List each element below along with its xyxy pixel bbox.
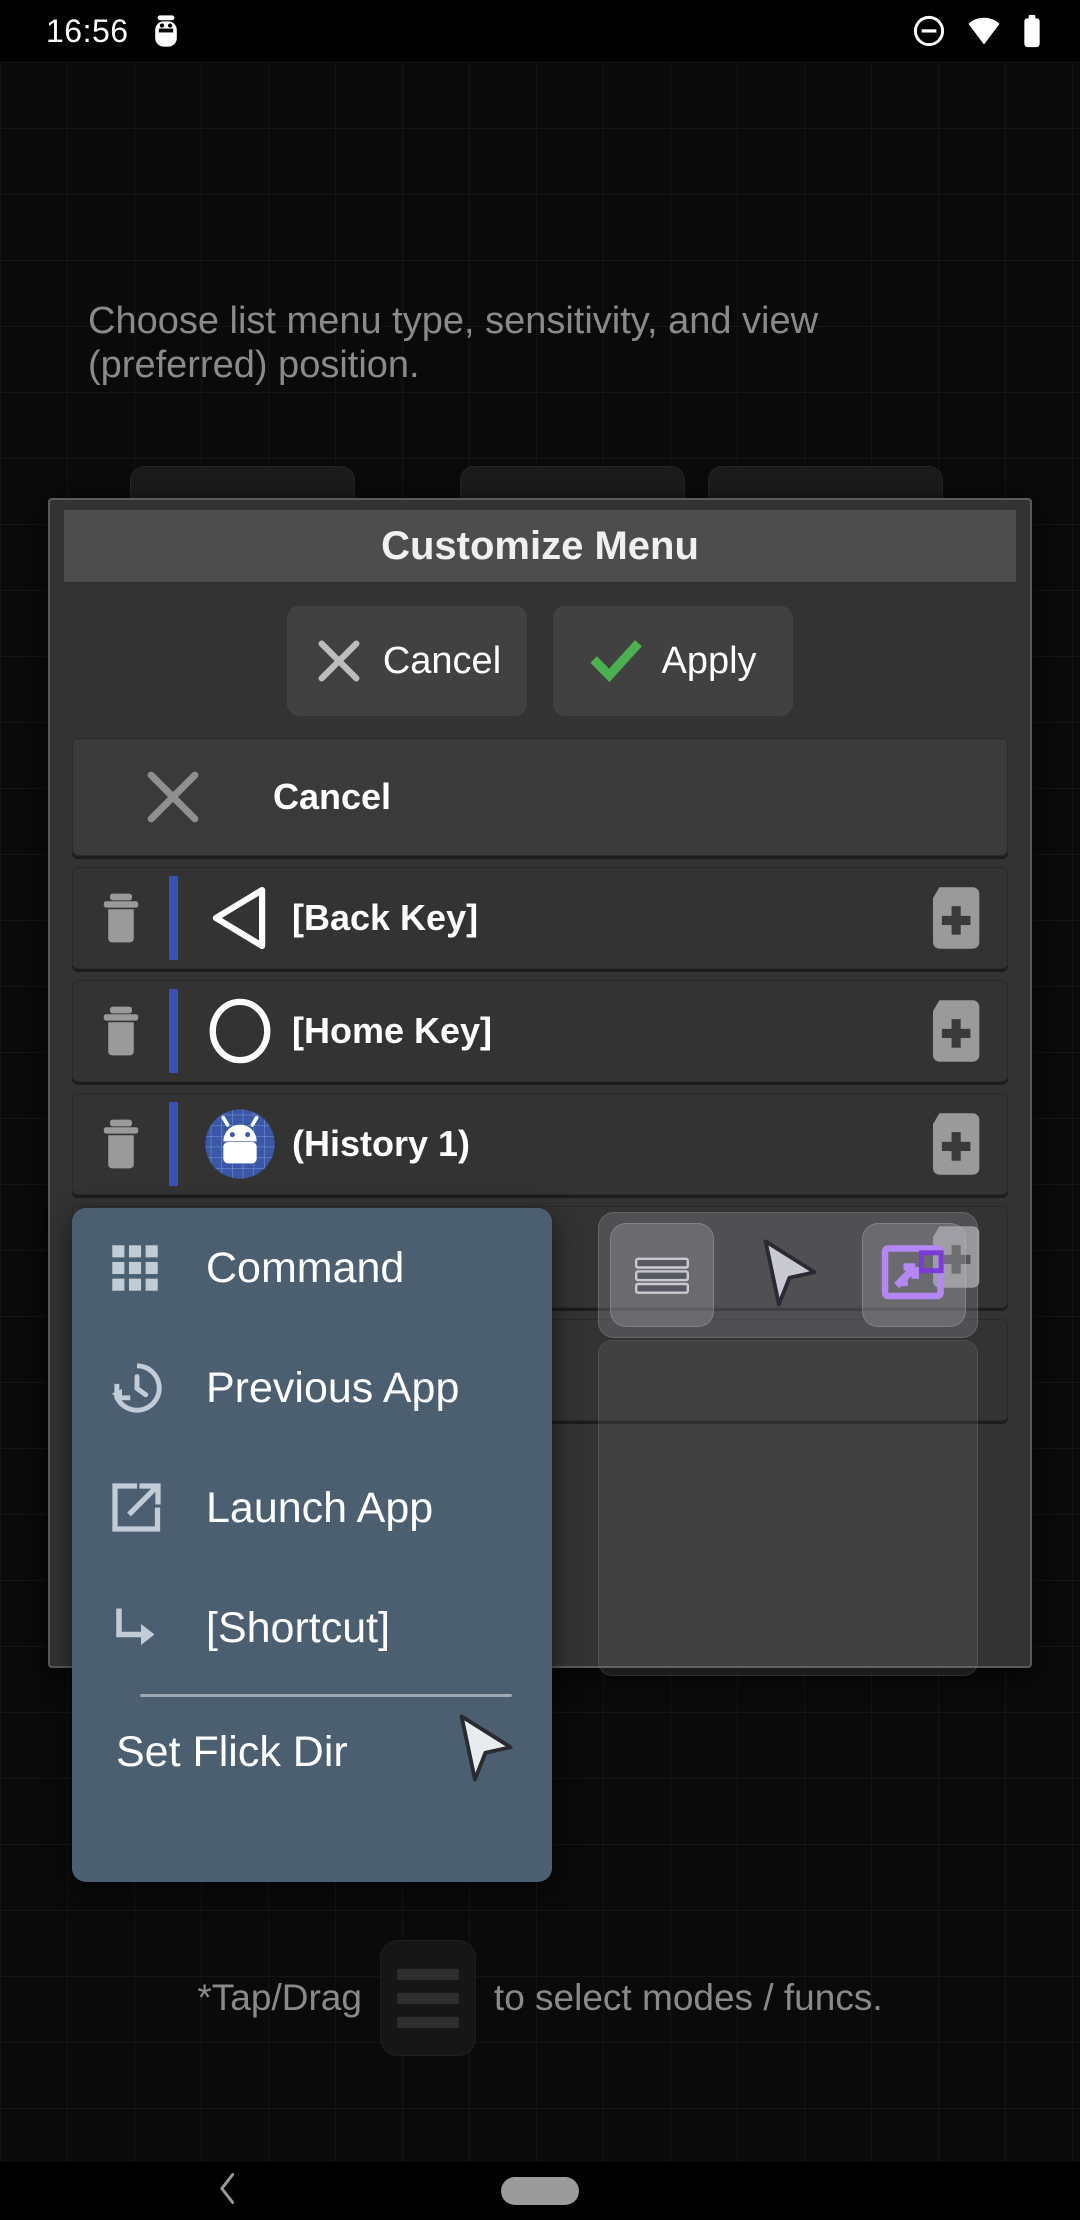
delete-row-button[interactable]	[73, 1002, 169, 1060]
delete-row-button[interactable]	[73, 1115, 169, 1173]
home-circle-icon	[188, 993, 292, 1069]
android-app-icon	[188, 1104, 292, 1184]
flick-action-popup-menu: Command Previous App Launch App [Shortcu…	[72, 1208, 552, 1882]
popup-item-previous-app[interactable]: Previous App	[72, 1328, 552, 1448]
list-row-label: (History 1)	[292, 1123, 471, 1164]
resize-window-icon[interactable]	[862, 1223, 966, 1327]
row-accent-bar	[169, 989, 178, 1073]
list-row-back-key[interactable]: [Back Key]	[72, 867, 1008, 969]
cancel-button-label: Cancel	[382, 639, 502, 682]
check-icon	[590, 640, 643, 683]
popup-item-label: [Shortcut]	[206, 1603, 391, 1652]
list-row-cancel[interactable]: Cancel	[72, 738, 1008, 856]
page-description-line-2: (preferred) position.	[88, 343, 420, 386]
cancel-button[interactable]: Cancel	[287, 606, 527, 716]
nav-home-pill[interactable]	[501, 2177, 579, 2205]
add-row-button[interactable]	[911, 1101, 997, 1187]
list-menu-icon[interactable]	[610, 1223, 714, 1327]
floating-mode-toolbar	[598, 1212, 978, 1338]
hint-prefix: *Tap/Drag	[197, 1977, 362, 2018]
list-row-home-key[interactable]: [Home Key]	[72, 980, 1008, 1082]
popup-item-command[interactable]: Command	[72, 1208, 552, 1328]
dialog-title-bar: Customize Menu	[64, 510, 1016, 582]
trash-icon	[103, 893, 139, 943]
add-page-icon	[933, 1113, 980, 1175]
hint-suffix: to select modes / funcs.	[493, 1977, 883, 2018]
chevron-left-icon	[220, 2173, 235, 2204]
history-clock-icon	[106, 1357, 198, 1419]
bottom-hint: *Tap/Drag to select modes / funcs.	[0, 1940, 1080, 2056]
back-triangle-icon	[188, 879, 292, 957]
status-bar-left-icons	[151, 13, 181, 49]
popup-item-label: Launch App	[206, 1483, 434, 1532]
open-in-new-icon	[106, 1478, 198, 1538]
close-x-icon	[318, 640, 360, 682]
list-row-label: [Home Key]	[292, 1010, 493, 1051]
cursor-pointer-icon	[442, 1708, 526, 1797]
popup-item-launch-app[interactable]: Launch App	[72, 1448, 552, 1568]
dialog-title: Customize Menu	[381, 523, 699, 568]
row-accent-bar	[169, 876, 178, 960]
apply-button-label: Apply	[661, 639, 757, 682]
dialog-action-buttons: Cancel Apply	[50, 606, 1030, 716]
list-row-label: [Back Key]	[292, 897, 479, 938]
delete-row-button[interactable]	[73, 889, 169, 947]
screen-root: 16:56 Choose list menu type, sensitivity…	[0, 0, 1080, 2220]
do-not-disturb-icon	[913, 15, 945, 47]
apply-button[interactable]: Apply	[553, 606, 793, 716]
grid-apps-icon	[106, 1239, 198, 1297]
navigation-bar	[0, 2162, 1080, 2220]
add-page-icon	[933, 887, 980, 949]
popup-set-flick-dir[interactable]: Set Flick Dir	[72, 1697, 552, 1807]
status-bar: 16:56	[0, 0, 1080, 62]
android-battery-saver-icon	[154, 15, 177, 47]
nav-back-button[interactable]	[215, 2172, 241, 2211]
page-description: Choose list menu type, sensitivity, and …	[88, 300, 968, 387]
add-page-icon	[933, 1000, 980, 1062]
add-row-button[interactable]	[911, 988, 997, 1074]
trash-icon	[103, 1006, 139, 1056]
floating-panel	[598, 1340, 978, 1676]
list-menu-icon[interactable]	[379, 1940, 476, 2056]
row-accent-bar	[169, 1102, 178, 1186]
status-bar-clock: 16:56	[46, 12, 129, 49]
page-description-line-1: Choose list menu type, sensitivity, and …	[88, 300, 819, 342]
popup-item-label: Command	[206, 1243, 405, 1292]
popup-item-shortcut[interactable]: [Shortcut]	[72, 1568, 552, 1688]
battery-icon	[1024, 14, 1040, 48]
popup-item-label: Previous App	[206, 1363, 460, 1412]
add-row-button[interactable]	[911, 875, 997, 961]
popup-footer-label: Set Flick Dir	[116, 1727, 348, 1776]
list-row-history-1[interactable]: (History 1)	[72, 1093, 1008, 1195]
cursor-pointer-icon[interactable]	[736, 1223, 840, 1327]
subdirectory-arrow-icon	[106, 1598, 198, 1658]
close-x-icon	[73, 762, 273, 832]
status-bar-right-icons	[912, 14, 1042, 48]
trash-icon	[103, 1119, 139, 1169]
wifi-icon	[968, 17, 1000, 45]
list-row-label: Cancel	[273, 776, 392, 817]
